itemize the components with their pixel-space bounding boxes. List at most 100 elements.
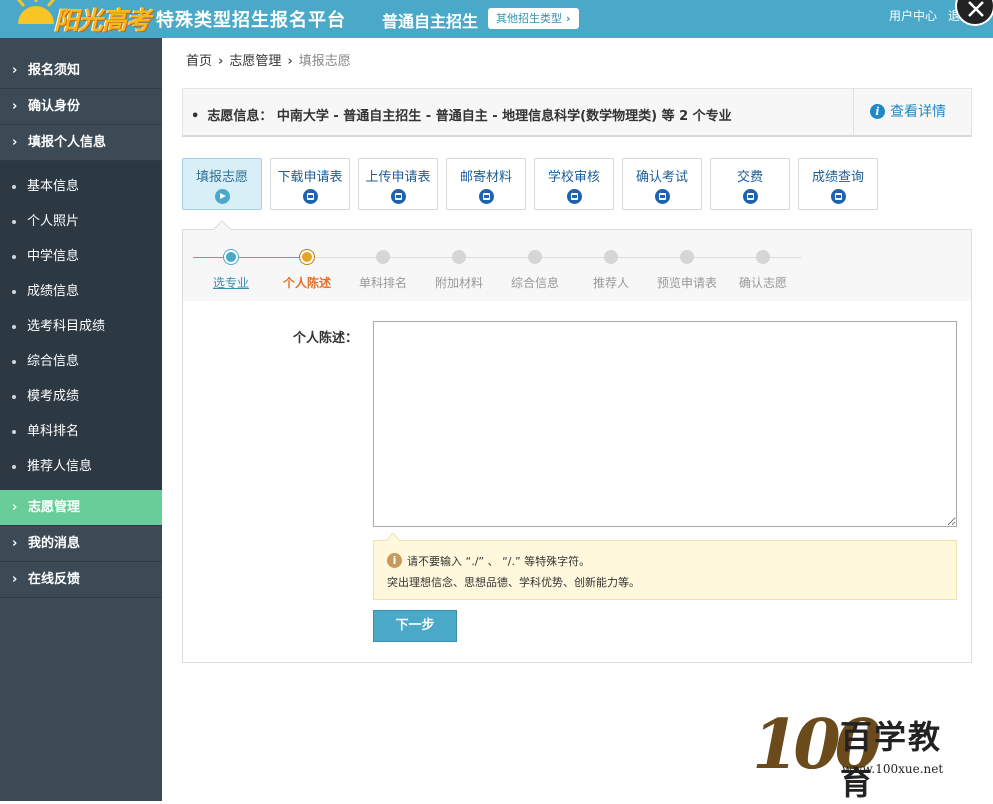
sidebar-item-label: 在线反馈 bbox=[28, 572, 81, 587]
sidebar-item-registration-notice[interactable]: › 报名须知 bbox=[0, 53, 162, 89]
application-info-text: 志愿信息： 中南大学 - 普通自主招生 - 普通自主 - 地理信息科学(数学物理… bbox=[207, 109, 732, 124]
application-panel: 选专业 个人陈述 单科排名 附加材料 综合信息 推荐人 预览申请表 确认志愿 个… bbox=[182, 229, 972, 663]
sidebar-item-label: 填报个人信息 bbox=[28, 135, 107, 150]
progress-steps: 选专业 个人陈述 单科排名 附加材料 综合信息 推荐人 预览申请表 确认志愿 bbox=[183, 230, 971, 301]
sidebar: › 报名须知 › 确认身份 › 填报个人信息 基本信息 个人照片 中学信息 成绩信息 … bbox=[0, 38, 162, 801]
step-dot-current bbox=[300, 250, 314, 264]
tab-confirm-exam[interactable]: 确认考试 bbox=[622, 158, 702, 210]
hourglass-icon bbox=[742, 189, 758, 204]
other-admission-type-button[interactable]: 其他招生类型 › bbox=[488, 8, 579, 29]
view-details-label: 查看详情 bbox=[890, 104, 946, 120]
hint-text-special-chars: 请不要输入 “./” 、 “/.” 等特殊字符。 bbox=[407, 555, 591, 568]
sidebar-subitem-subject-rank[interactable]: 单科排名 bbox=[0, 414, 162, 449]
chevron-right-icon: › bbox=[566, 12, 571, 25]
sidebar-subitem-mock-exam[interactable]: 模考成绩 bbox=[0, 379, 162, 414]
tab-label: 确认考试 bbox=[635, 170, 688, 185]
sidebar-subitem-label: 选考科目成绩 bbox=[27, 319, 106, 334]
sidebar-item-application-management[interactable]: › 志愿管理 bbox=[0, 490, 162, 526]
hourglass-icon bbox=[830, 189, 846, 204]
hint-text-content-guide: 突出理想信念、思想品德、学科优势、创新能力等。 bbox=[387, 576, 640, 589]
sidebar-item-personal-info[interactable]: › 填报个人信息 bbox=[0, 125, 162, 161]
input-hint: i 请不要输入 “./” 、 “/.” 等特殊字符。 突出理想信念、思想品德、学… bbox=[373, 533, 957, 600]
step-dot-done bbox=[224, 250, 238, 264]
sidebar-item-feedback[interactable]: › 在线反馈 bbox=[0, 562, 162, 598]
watermark-logo: 100 百学教育 www.100xue.net bbox=[752, 706, 952, 802]
hourglass-icon bbox=[478, 189, 494, 204]
step-dot-todo bbox=[680, 250, 694, 264]
hourglass-icon bbox=[390, 189, 406, 204]
user-center-link[interactable]: 用户中心 bbox=[889, 7, 937, 24]
info-icon: i bbox=[387, 553, 402, 568]
progress-line-done bbox=[193, 257, 309, 258]
bullet-icon bbox=[12, 429, 16, 434]
breadcrumb-home[interactable]: 首页 bbox=[186, 54, 212, 69]
step-dot-todo bbox=[604, 250, 618, 264]
tab-label: 交费 bbox=[736, 170, 763, 185]
personal-info-submenu: 基本信息 个人照片 中学信息 成绩信息 选考科目成绩 综合信息 模考成绩 单科排… bbox=[0, 161, 162, 490]
sidebar-subitem-label: 基本信息 bbox=[27, 179, 80, 194]
step-dot-todo bbox=[528, 250, 542, 264]
sidebar-item-label: 确认身份 bbox=[28, 99, 81, 114]
step-dot-todo bbox=[376, 250, 390, 264]
tab-label: 上传申请表 bbox=[365, 170, 431, 185]
tab-payment[interactable]: 交费 bbox=[710, 158, 790, 210]
chevron-right-icon: › bbox=[12, 99, 18, 114]
admission-subtype: 普通自主招生 bbox=[382, 12, 479, 31]
sidebar-item-confirm-identity[interactable]: › 确认身份 bbox=[0, 89, 162, 125]
sidebar-subitem-label: 个人照片 bbox=[27, 214, 80, 229]
personal-statement-textarea[interactable] bbox=[373, 321, 957, 527]
watermark-chinese: 百学教育 bbox=[840, 718, 943, 802]
sidebar-subitem-basic-info[interactable]: 基本信息 bbox=[0, 169, 162, 204]
sidebar-subitem-label: 成绩信息 bbox=[27, 284, 80, 299]
sidebar-subitem-referee[interactable]: 推荐人信息 bbox=[0, 449, 162, 484]
sidebar-subitem-label: 模考成绩 bbox=[27, 389, 80, 404]
sidebar-subitem-high-school[interactable]: 中学信息 bbox=[0, 239, 162, 274]
bullet-icon bbox=[12, 394, 16, 399]
site-logo[interactable]: 阳光高考 bbox=[14, 0, 151, 38]
sun-icon bbox=[16, 0, 56, 24]
sidebar-subitem-grades[interactable]: 成绩信息 bbox=[0, 274, 162, 309]
other-admission-type-label: 其他招生类型 bbox=[496, 12, 562, 25]
bullet-icon bbox=[12, 184, 16, 189]
application-info-bar: • 志愿信息： 中南大学 - 普通自主招生 - 普通自主 - 地理信息科学(数学物… bbox=[182, 88, 972, 137]
tab-label: 学校审核 bbox=[547, 170, 600, 185]
breadcrumb-current: 填报志愿 bbox=[298, 54, 351, 69]
bullet-icon bbox=[12, 464, 16, 469]
sidebar-subitem-comprehensive[interactable]: 综合信息 bbox=[0, 344, 162, 379]
step-dot-todo bbox=[756, 250, 770, 264]
sidebar-item-label: 志愿管理 bbox=[28, 500, 81, 515]
bullet-icon: • bbox=[191, 109, 200, 124]
sidebar-subitem-label: 单科排名 bbox=[27, 424, 80, 439]
active-tab-pointer bbox=[213, 220, 231, 230]
tab-school-review[interactable]: 学校审核 bbox=[534, 158, 614, 210]
tab-label: 下载申请表 bbox=[277, 170, 343, 185]
info-icon: i bbox=[870, 104, 885, 119]
play-icon bbox=[214, 189, 230, 204]
bullet-icon bbox=[12, 324, 16, 329]
tab-upload-form[interactable]: 上传申请表 bbox=[358, 158, 438, 210]
tab-fill-application[interactable]: 填报志愿 bbox=[182, 158, 262, 210]
tab-mail-materials[interactable]: 邮寄材料 bbox=[446, 158, 526, 210]
bullet-icon bbox=[12, 359, 16, 364]
breadcrumb-application-management[interactable]: 志愿管理 bbox=[229, 54, 281, 69]
bullet-icon bbox=[12, 219, 16, 224]
sidebar-subitem-elective-grades[interactable]: 选考科目成绩 bbox=[0, 309, 162, 344]
tab-download-form[interactable]: 下载申请表 bbox=[270, 158, 350, 210]
hourglass-icon bbox=[302, 189, 318, 204]
tab-score-query[interactable]: 成绩查询 bbox=[798, 158, 878, 210]
chevron-right-icon: › bbox=[218, 54, 224, 69]
tab-label: 邮寄材料 bbox=[459, 170, 512, 185]
step-dot-todo bbox=[452, 250, 466, 264]
view-details-link[interactable]: i 查看详情 bbox=[853, 89, 971, 136]
chevron-right-icon: › bbox=[12, 536, 18, 551]
bullet-icon bbox=[12, 254, 16, 259]
sidebar-item-my-messages[interactable]: › 我的消息 bbox=[0, 526, 162, 562]
chevron-right-icon: › bbox=[12, 135, 18, 150]
sidebar-subitem-photo[interactable]: 个人照片 bbox=[0, 204, 162, 239]
tab-label: 填报志愿 bbox=[195, 170, 248, 185]
sidebar-subitem-label: 综合信息 bbox=[27, 354, 80, 369]
sidebar-item-label: 我的消息 bbox=[28, 536, 81, 551]
hourglass-icon bbox=[654, 189, 670, 204]
sidebar-subitem-label: 推荐人信息 bbox=[27, 459, 93, 474]
next-step-button[interactable]: 下一步 bbox=[373, 610, 457, 642]
